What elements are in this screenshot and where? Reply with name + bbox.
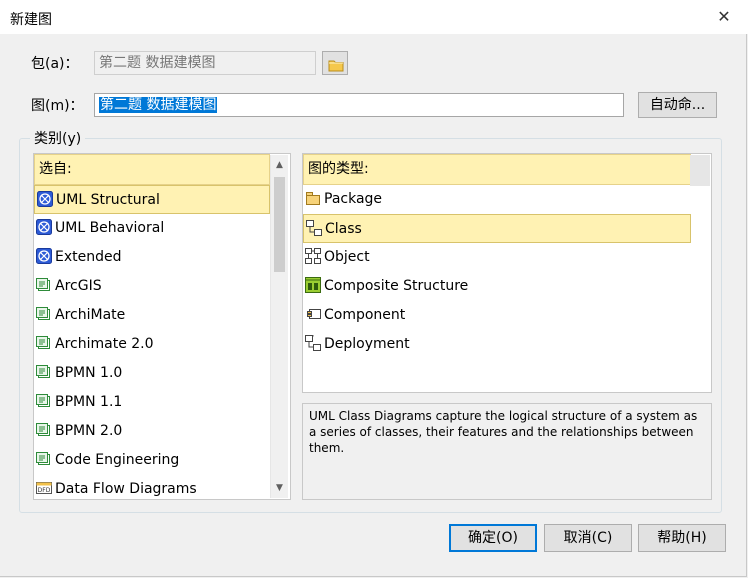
technology-item[interactable]: ArcGIS [34,272,270,301]
package-icon [305,190,321,206]
technology-icon [36,422,52,438]
package-label: 包(a)： [31,56,79,72]
technology-item[interactable]: BPMN 1.1 [34,388,270,417]
technology-icon [36,277,52,293]
composite-structure-icon [305,277,321,293]
uml-icon [36,248,52,264]
technology-item-label: UML Behavioral [55,220,165,236]
uml-icon [36,219,52,235]
technology-icon [36,335,52,351]
auto-name-button[interactable]: 自动命... [638,92,717,118]
ok-button[interactable]: 确定(O) [449,524,537,552]
technology-item-label: BPMN 2.0 [55,423,123,439]
technology-item[interactable]: BPMN 1.0 [34,359,270,388]
technology-item-label: BPMN 1.0 [55,365,123,381]
diagram-type-item-label: Component [324,307,406,323]
diagram-type-item[interactable]: Composite Structure [303,272,691,301]
diagram-name-input[interactable]: 第二题 数据建模图 [94,93,624,117]
component-icon [305,306,321,322]
technology-icon [36,393,52,409]
diagram-type-item[interactable]: Deployment [303,330,691,359]
dfd-icon: DFD [36,480,52,496]
technology-item-label: ArcGIS [55,278,102,294]
folder-icon [328,56,344,80]
close-icon[interactable]: ✕ [714,7,734,27]
deployment-icon [305,335,321,351]
diagram-type-item[interactable]: Package [303,185,691,214]
technology-list-scrollbar[interactable]: ▲ ▼ [270,155,288,498]
technology-item-label: Data Flow Diagrams [55,481,197,497]
scroll-up-icon[interactable]: ▲ [271,155,288,175]
technology-item-label: Code Engineering [55,452,180,468]
technology-item[interactable]: ArchiMate [34,301,270,330]
technology-item[interactable]: Extended [34,243,270,272]
diagram-type-item-label: Composite Structure [324,278,469,294]
diagram-type-header-filler [690,155,710,186]
diagram-name-value: 第二题 数据建模图 [99,97,218,113]
technology-item-label: Archimate 2.0 [55,336,154,352]
class-icon [306,220,322,236]
technology-item[interactable]: BPMN 2.0 [34,417,270,446]
technology-icon [36,451,52,467]
cancel-button[interactable]: 取消(C) [544,524,632,552]
category-group-title: 类别(y) [30,128,86,148]
technology-item-label: Extended [55,249,122,265]
technology-item-label: ArchiMate [55,307,126,323]
help-button[interactable]: 帮助(H) [638,524,726,552]
diagram-description: UML Class Diagrams capture the logical s… [302,403,712,500]
diagram-type-item-label: Deployment [324,336,410,352]
technology-item[interactable]: Archimate 2.0 [34,330,270,359]
scroll-down-icon[interactable]: ▼ [271,478,288,498]
technology-item[interactable]: UML Behavioral [34,214,270,243]
technology-list-header: 选自: [34,154,270,185]
technology-icon [36,306,52,322]
diagram-type-list[interactable]: 图的类型: Package Class Object Composite Struct… [302,153,712,393]
window-title: 新建图 [10,12,52,28]
technology-item-label: BPMN 1.1 [55,394,123,410]
diagram-type-list-header: 图的类型: [303,154,691,185]
uml-icon [37,191,53,207]
technology-item[interactable]: Code Engineering [34,446,270,475]
technology-list[interactable]: 选自: UML Structural UML Behavioral Extended… [33,153,291,500]
diagram-label: 图(m)： [31,98,84,114]
object-icon [305,248,321,264]
title-bar [0,0,748,34]
diagram-type-item-label: Object [324,249,370,265]
diagram-type-item[interactable]: Object [303,243,691,272]
technology-item[interactable]: UML Structural [34,185,270,214]
technology-item[interactable]: DFD Data Flow Diagrams [34,475,270,499]
package-field: 第二题 数据建模图 [94,51,316,75]
diagram-type-item-label: Class [325,221,362,237]
svg-text:DFD: DFD [38,487,51,494]
browse-package-button[interactable] [322,51,348,75]
technology-item-label: UML Structural [56,192,160,208]
diagram-type-item[interactable]: Class [303,214,691,243]
technology-icon [36,364,52,380]
scrollbar-thumb[interactable] [274,177,285,272]
diagram-type-item-label: Package [324,191,383,207]
diagram-type-item[interactable]: Component [303,301,691,330]
